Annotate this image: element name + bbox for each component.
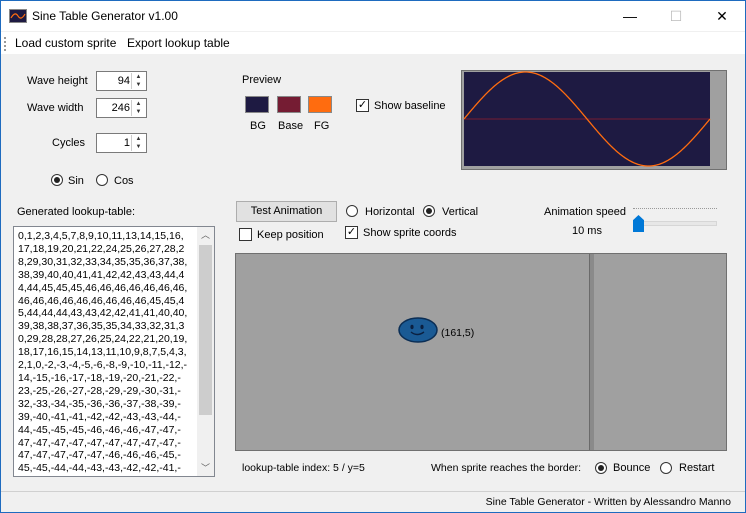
border-behavior-label: When sprite reaches the border: bbox=[431, 462, 581, 474]
lookup-index-text: lookup-table index: 5 / y=5 bbox=[242, 462, 365, 474]
sprite bbox=[398, 316, 442, 347]
scroll-down-icon[interactable]: ﹀ bbox=[197, 460, 214, 476]
lookup-table-label: Generated lookup-table: bbox=[17, 206, 136, 218]
wave-height-stepper[interactable]: ▲ ▼ bbox=[131, 73, 145, 89]
animation-stage: (161,5) bbox=[235, 253, 727, 451]
status-text: Sine Table Generator - Written by Alessa… bbox=[485, 496, 731, 508]
blob-sprite-icon bbox=[398, 317, 438, 343]
restart-radio[interactable] bbox=[660, 462, 672, 474]
lookup-table-textbox[interactable]: 0,1,2,3,4,5,7,8,9,10,11,13,14,15,16, 17,… bbox=[13, 226, 215, 477]
bg-color-label: BG bbox=[250, 120, 266, 132]
app-icon bbox=[9, 9, 27, 23]
wave-height-value: 94 bbox=[117, 75, 130, 87]
wave-width-stepper[interactable]: ▲ ▼ bbox=[131, 100, 145, 116]
animation-speed-value: 10 ms bbox=[572, 225, 602, 237]
wave-width-value: 246 bbox=[111, 102, 130, 114]
fg-color-swatch[interactable] bbox=[308, 96, 332, 113]
fg-color-label: FG bbox=[314, 120, 330, 132]
menu-export-table[interactable]: Export lookup table bbox=[127, 36, 230, 50]
scroll-up-icon[interactable]: ︿ bbox=[197, 227, 214, 243]
lookup-table-scrollbar[interactable]: ︿ ﹀ bbox=[197, 227, 214, 476]
wave-height-input[interactable]: 94 ▲ ▼ bbox=[96, 71, 147, 91]
wave-height-label: Wave height bbox=[27, 75, 88, 87]
show-baseline-label: Show baseline bbox=[374, 100, 446, 112]
minimize-button[interactable]: — bbox=[607, 1, 653, 31]
menu-load-sprite[interactable]: Load custom sprite bbox=[15, 36, 116, 50]
stage-divider bbox=[589, 254, 594, 450]
animation-speed-slider[interactable] bbox=[633, 208, 717, 232]
sin-label: Sin bbox=[68, 175, 84, 187]
sprite-coords: (161,5) bbox=[441, 327, 475, 339]
slider-thumb[interactable] bbox=[633, 215, 644, 232]
wave-preview-panel bbox=[461, 70, 727, 170]
show-baseline-checkbox[interactable]: ✓ bbox=[356, 99, 369, 112]
restart-label: Restart bbox=[679, 462, 715, 474]
keep-position-checkbox[interactable] bbox=[239, 228, 252, 241]
cos-label: Cos bbox=[114, 175, 134, 187]
bounce-radio[interactable] bbox=[595, 462, 607, 474]
app-window: Sine Table Generator v1.00 — ☐ ✕ Load cu… bbox=[0, 0, 746, 513]
toolbar-grip[interactable] bbox=[4, 37, 8, 51]
wave-width-label: Wave width bbox=[27, 102, 84, 114]
sin-radio[interactable] bbox=[51, 174, 63, 186]
bounce-label: Bounce bbox=[613, 462, 651, 474]
vertical-radio[interactable] bbox=[423, 205, 435, 217]
base-color-swatch[interactable] bbox=[277, 96, 301, 113]
show-coords-label: Show sprite coords bbox=[363, 227, 457, 239]
cycles-stepper[interactable]: ▲ ▼ bbox=[131, 135, 145, 151]
keep-position-label: Keep position bbox=[257, 229, 324, 241]
animation-speed-label: Animation speed bbox=[544, 206, 626, 218]
lookup-table-text[interactable]: 0,1,2,3,4,5,7,8,9,10,11,13,14,15,16, 17,… bbox=[18, 230, 198, 474]
window-title: Sine Table Generator v1.00 bbox=[32, 9, 178, 23]
horizontal-radio[interactable] bbox=[346, 205, 358, 217]
base-color-label: Base bbox=[278, 120, 304, 132]
cycles-input[interactable]: 1 ▲ ▼ bbox=[96, 133, 147, 153]
close-button[interactable]: ✕ bbox=[699, 1, 745, 31]
wave-width-input[interactable]: 246 ▲ ▼ bbox=[96, 98, 147, 118]
cycles-label: Cycles bbox=[52, 137, 86, 149]
maximize-button[interactable]: ☐ bbox=[653, 1, 699, 31]
vertical-label: Vertical bbox=[442, 206, 479, 218]
bg-color-swatch[interactable] bbox=[245, 96, 269, 113]
test-animation-button[interactable]: Test Animation bbox=[236, 201, 337, 222]
cos-radio[interactable] bbox=[96, 174, 108, 186]
status-bar: Sine Table Generator - Written by Alessa… bbox=[1, 491, 745, 512]
scroll-thumb[interactable] bbox=[199, 245, 212, 415]
cycles-value: 1 bbox=[123, 137, 130, 149]
wave-preview bbox=[463, 71, 711, 167]
menu-bar: Load custom sprite Export lookup table bbox=[1, 32, 745, 54]
preview-label: Preview bbox=[242, 74, 282, 86]
show-coords-checkbox[interactable]: ✓ bbox=[345, 226, 358, 239]
title-bar: Sine Table Generator v1.00 — ☐ ✕ bbox=[1, 1, 745, 31]
horizontal-label: Horizontal bbox=[365, 206, 415, 218]
